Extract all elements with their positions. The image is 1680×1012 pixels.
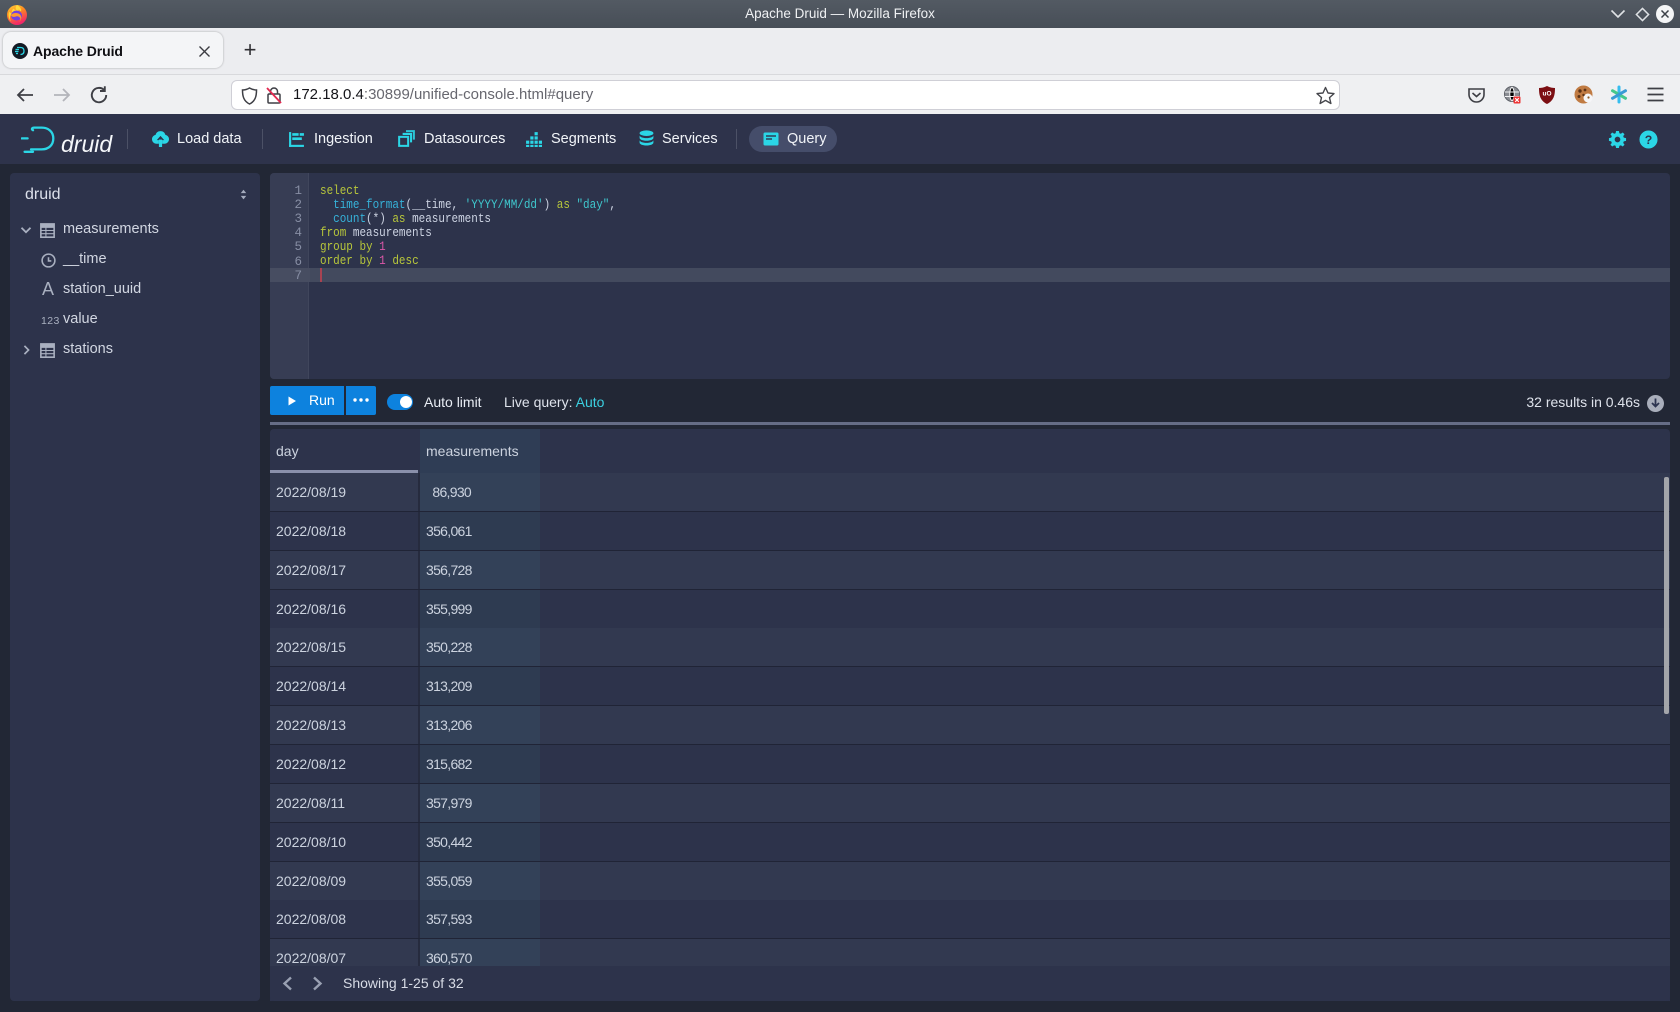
svg-text:?: ? xyxy=(1645,133,1653,147)
svg-text:uO: uO xyxy=(1542,91,1551,98)
